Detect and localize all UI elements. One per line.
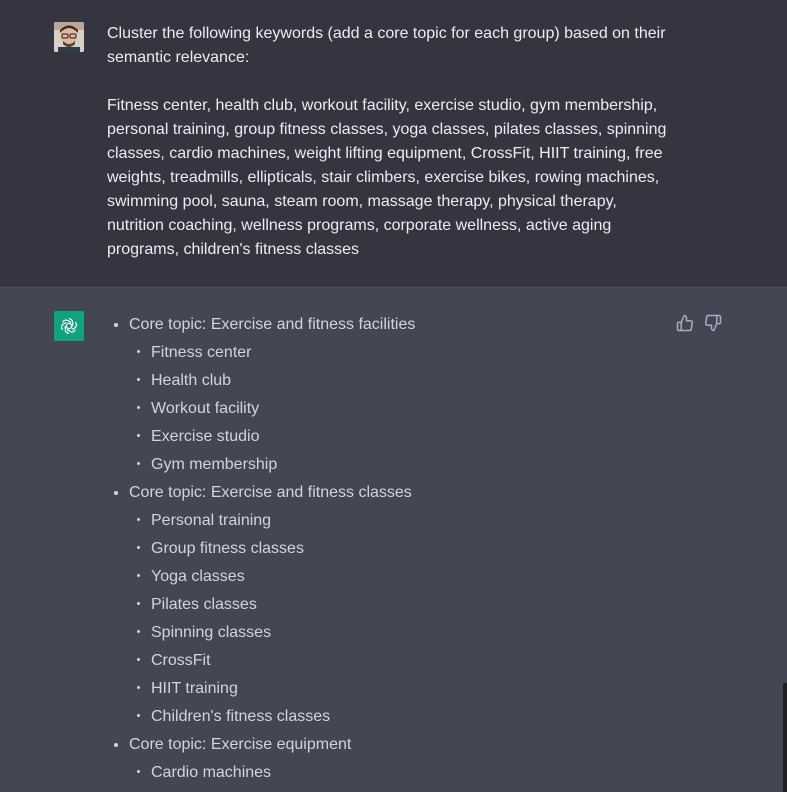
- keyword-label: Gym membership: [151, 456, 278, 473]
- core-topic: Core topic: Exercise and fitness classes: [0, 479, 415, 507]
- bullet-icon: [137, 686, 140, 689]
- keyword-label: CrossFit: [151, 652, 211, 669]
- core-topic-label: Core topic: Exercise and fitness classes: [129, 484, 412, 501]
- keyword-item: Gym membership: [0, 451, 415, 479]
- keyword-label: Spinning classes: [151, 624, 272, 641]
- bullet-icon: [137, 574, 140, 577]
- user-message-text: Cluster the following keywords (add a co…: [107, 25, 667, 258]
- thumbs-up-icon[interactable]: [676, 314, 694, 332]
- keyword-item: Children's fitness classes: [0, 703, 415, 731]
- bullet-icon: [137, 462, 140, 465]
- scrollbar[interactable]: [783, 683, 787, 792]
- keyword-label: Personal training: [151, 512, 272, 529]
- bullet-icon: [137, 350, 140, 353]
- user-avatar-image: [54, 22, 84, 52]
- bullet-icon: [137, 406, 140, 409]
- bullet-icon: [114, 743, 118, 747]
- user-avatar: [54, 22, 84, 52]
- bullet-icon: [137, 714, 140, 717]
- keyword-item: Yoga classes: [0, 563, 415, 591]
- thumbs-down-icon[interactable]: [704, 314, 722, 332]
- bullet-icon: [137, 602, 140, 605]
- keyword-item: Workout facility: [0, 395, 415, 423]
- keyword-label: Group fitness classes: [151, 540, 304, 557]
- bullet-icon: [137, 658, 140, 661]
- bullet-icon: [137, 518, 140, 521]
- bullet-icon: [137, 546, 140, 549]
- user-message: Cluster the following keywords (add a co…: [0, 0, 787, 286]
- core-topic-label: Core topic: Exercise and fitness facilit…: [129, 316, 416, 333]
- keyword-label: Cardio machines: [151, 764, 272, 781]
- keyword-item: Cardio machines: [0, 759, 415, 787]
- bullet-icon: [114, 491, 118, 495]
- keyword-label: Pilates classes: [151, 596, 257, 613]
- keyword-item: Personal training: [0, 507, 415, 535]
- bullet-icon: [137, 770, 140, 773]
- keyword-item: Spinning classes: [0, 619, 415, 647]
- keyword-item: HIIT training: [0, 675, 415, 703]
- keyword-item: Group fitness classes: [0, 535, 415, 563]
- keyword-item: CrossFit: [0, 647, 415, 675]
- keyword-label: Fitness center: [151, 344, 252, 361]
- bullet-icon: [114, 323, 118, 327]
- keyword-item: Exercise studio: [0, 423, 415, 451]
- assistant-message: Core topic: Exercise and fitness facilit…: [0, 286, 787, 792]
- keyword-label: HIIT training: [151, 680, 238, 697]
- keyword-item: Fitness center: [0, 339, 415, 367]
- keyword-item: Pilates classes: [0, 591, 415, 619]
- bullet-icon: [137, 434, 140, 437]
- core-topic-label: Core topic: Exercise equipment: [129, 736, 352, 753]
- keyword-label: Yoga classes: [151, 568, 245, 585]
- core-topic: Core topic: Exercise and fitness facilit…: [0, 311, 415, 339]
- bullet-icon: [137, 378, 140, 381]
- core-topic: Core topic: Exercise equipment: [0, 731, 415, 759]
- keyword-item: Health club: [0, 367, 415, 395]
- bullet-icon: [137, 630, 140, 633]
- keyword-label: Workout facility: [151, 400, 260, 417]
- keyword-label: Exercise studio: [151, 428, 260, 445]
- keyword-label: Health club: [151, 372, 232, 389]
- keyword-label: Children's fitness classes: [151, 708, 331, 725]
- cluster-list: Core topic: Exercise and fitness facilit…: [0, 311, 415, 787]
